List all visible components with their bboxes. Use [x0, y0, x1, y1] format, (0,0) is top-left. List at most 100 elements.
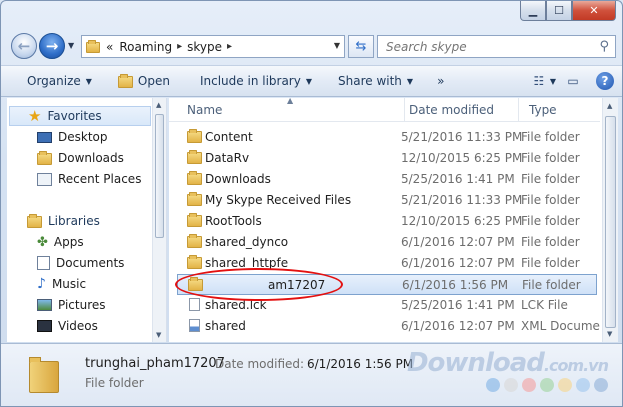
- recent-pages-dropdown-icon[interactable]: ▼: [68, 41, 74, 50]
- address-bar[interactable]: « Roaming ▸ skype ▸ ▼: [81, 35, 345, 58]
- sidebar-item-desktop[interactable]: Desktop: [37, 127, 108, 147]
- sidebar-item-videos[interactable]: Videos: [37, 316, 98, 336]
- file-row[interactable]: am17207 6/1/2016 1:56 PM File folder: [177, 274, 597, 295]
- sidebar-item-label: Desktop: [58, 130, 108, 144]
- file-row[interactable]: shared_dynco 6/1/2016 12:07 PM File folder: [177, 232, 597, 253]
- column-header-type[interactable]: Type: [519, 98, 599, 122]
- share-with-button[interactable]: Share with ▼: [330, 69, 421, 93]
- breadcrumb-roaming[interactable]: Roaming: [119, 40, 172, 54]
- videos-icon: [37, 320, 52, 332]
- more-commands-button[interactable]: »: [429, 69, 452, 93]
- file-date-modified: 5/21/2016 11:33 PM: [401, 130, 523, 144]
- sidebar-item-label: Music: [51, 277, 87, 291]
- folder-icon: [86, 40, 100, 53]
- sidebar-item-documents[interactable]: Documents: [37, 253, 124, 273]
- downloads-folder-icon: [37, 150, 52, 165]
- file-row[interactable]: DataRv 12/10/2015 6:25 PM File folder: [177, 148, 597, 169]
- libraries-icon: [27, 213, 42, 228]
- sidebar-item-pictures[interactable]: Pictures: [37, 295, 106, 315]
- file-row[interactable]: My Skype Received Files 5/21/2016 11:33 P…: [177, 190, 597, 211]
- organize-label: Organize: [27, 74, 81, 88]
- view-dropdown-icon[interactable]: ▼: [550, 77, 556, 86]
- file-list-scrollbar[interactable]: ▲ ▼: [602, 98, 618, 342]
- open-button[interactable]: Open: [110, 69, 178, 93]
- folder-icon: [187, 234, 202, 248]
- folder-icon: [187, 255, 202, 269]
- file-list: ▲ Name Date modified Type Content 5/21/20…: [169, 98, 618, 342]
- file-row[interactable]: Content 5/21/2016 11:33 PM File folder: [177, 127, 597, 148]
- date-modified-label: Date modified:: [215, 357, 305, 371]
- navigation-pane: ★ Favorites Desktop Downloads Recent Pla…: [7, 98, 167, 342]
- address-dropdown-icon[interactable]: ▼: [334, 41, 340, 50]
- close-button[interactable]: ✕: [572, 1, 616, 21]
- file-date-modified: 5/21/2016 11:33 PM: [401, 193, 523, 207]
- date-modified-value: 6/1/2016 1:56 PM: [307, 357, 414, 371]
- maximize-button[interactable]: ☐: [546, 1, 572, 21]
- open-folder-icon: [117, 73, 133, 88]
- file-date-modified: 6/1/2016 12:07 PM: [401, 319, 515, 333]
- desktop-icon: [37, 131, 52, 143]
- sidebar-item-favorites[interactable]: ★ Favorites: [9, 106, 151, 126]
- scroll-up-icon[interactable]: ▲: [156, 101, 161, 109]
- breadcrumb-separator-icon[interactable]: ▸: [177, 41, 182, 52]
- dropdown-arrow-icon: ▼: [305, 76, 312, 86]
- file-row[interactable]: Downloads 5/25/2016 1:41 PM File folder: [177, 169, 597, 190]
- column-header-date-modified[interactable]: Date modified: [399, 98, 519, 122]
- explorer-window: ▁ ☐ ✕ ← → ▼ « Roaming ▸ skype ▸ ▼ ⇆ Sear…: [0, 0, 623, 407]
- scroll-up-icon[interactable]: ▲: [607, 102, 612, 110]
- preview-pane-icon[interactable]: ▭: [562, 70, 584, 92]
- refresh-icon: ⇆: [355, 39, 367, 54]
- search-box[interactable]: ⚲: [377, 35, 616, 58]
- forward-button[interactable]: →: [39, 33, 65, 59]
- folder-icon: [187, 171, 202, 185]
- file-name: Downloads: [205, 172, 271, 186]
- column-headers: ▲ Name Date modified Type: [169, 98, 600, 122]
- sidebar-item-libraries[interactable]: Libraries: [27, 211, 100, 231]
- back-button[interactable]: ←: [11, 33, 37, 59]
- details-pane: trunghai_pham17207 Date modified: 6/1/20…: [1, 343, 622, 406]
- search-input[interactable]: [384, 38, 594, 55]
- scroll-down-icon[interactable]: ▼: [156, 331, 161, 339]
- file-name: DataRv: [205, 151, 250, 165]
- dropdown-arrow-icon: ▼: [85, 76, 92, 86]
- file-type: File folder: [522, 278, 581, 292]
- sidebar-item-music[interactable]: ♪ Music: [37, 274, 86, 294]
- change-view-icon[interactable]: ☷: [528, 70, 550, 92]
- sidebar-item-label: Videos: [58, 319, 98, 333]
- file-row[interactable]: RootTools 12/10/2015 6:25 PM File folder: [177, 211, 597, 232]
- breadcrumb-overflow[interactable]: «: [106, 40, 113, 54]
- scroll-down-icon[interactable]: ▼: [607, 330, 612, 338]
- help-icon[interactable]: ?: [596, 72, 614, 90]
- watermark-dot: [522, 378, 536, 392]
- watermark-dot: [486, 378, 500, 392]
- file-date-modified: 6/1/2016 1:56 PM: [402, 278, 509, 292]
- search-icon[interactable]: ⚲: [599, 39, 609, 54]
- minimize-button[interactable]: ▁: [520, 1, 546, 21]
- file-row[interactable]: shared_httpfe 6/1/2016 12:07 PM File folde…: [177, 253, 597, 274]
- column-header-name[interactable]: Name: [177, 98, 405, 122]
- breadcrumb-skype[interactable]: skype: [187, 40, 222, 54]
- scrollbar-thumb[interactable]: [605, 116, 616, 328]
- file-row[interactable]: shared 6/1/2016 12:07 PM XML Docume: [177, 316, 600, 337]
- watermark-dot: [594, 378, 608, 392]
- folder-icon: [187, 192, 202, 206]
- column-header-label: Name: [187, 103, 223, 117]
- forward-arrow-icon: →: [45, 37, 59, 55]
- file-row[interactable]: shared.lck 5/25/2016 1:41 PM LCK File: [177, 295, 597, 316]
- view-controls: ☷ ▼ ▭ ?: [522, 70, 614, 92]
- refresh-button[interactable]: ⇆: [348, 35, 374, 58]
- file-name: shared.lck: [205, 298, 267, 312]
- sidebar-item-downloads[interactable]: Downloads: [37, 148, 124, 168]
- include-in-library-button[interactable]: Include in library ▼: [192, 69, 320, 93]
- folder-icon: [187, 129, 202, 143]
- sidebar-item-label: Libraries: [48, 214, 100, 228]
- navigation-pane-scrollbar[interactable]: ▲ ▼: [152, 98, 166, 342]
- scrollbar-thumb[interactable]: [155, 114, 164, 238]
- sidebar-item-recent-places[interactable]: Recent Places: [37, 169, 141, 189]
- file-type: File folder: [521, 193, 580, 207]
- file-date-modified: 5/25/2016 1:41 PM: [401, 172, 515, 186]
- organize-button[interactable]: Organize ▼: [19, 69, 100, 93]
- breadcrumb-separator-icon[interactable]: ▸: [227, 41, 232, 52]
- sidebar-item-apps[interactable]: ✤ Apps: [37, 232, 84, 252]
- watermark-dot: [504, 378, 518, 392]
